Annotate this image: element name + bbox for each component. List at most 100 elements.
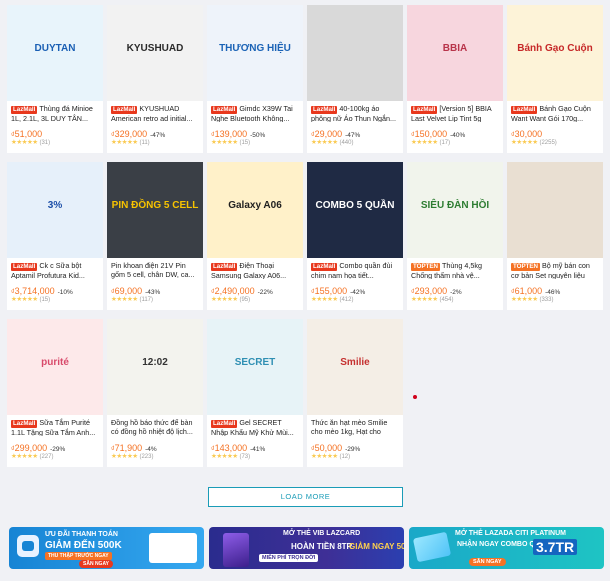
product-card[interactable]: SECRET LazMall Gel SECRET Nhập Khẩu Mỹ Khử… (207, 319, 303, 467)
product-image-label: THƯƠNG HIỆU (219, 43, 291, 54)
star-rating-icon: ★★★★★ (11, 139, 38, 146)
product-image[interactable] (307, 5, 403, 101)
product-image[interactable]: Smilie (307, 319, 403, 415)
product-card[interactable]: SIÊU ĐÀN HỒI TOPTEN Thùng 4,5kg Chống thấm… (407, 162, 503, 310)
banner-cta-button[interactable]: SĂN NGAY (79, 560, 113, 568)
wallet-icon (17, 535, 39, 557)
product-image[interactable]: THƯƠNG HIỆU (207, 5, 303, 101)
store-badge: LazMall (511, 106, 538, 114)
product-title[interactable]: LazMall 40-100kg áo phông nữ Áo Thun Ngắn… (311, 104, 399, 122)
store-badge: LazMall (11, 263, 38, 271)
product-title-text: Đồng hồ báo thức để bàn có đồng hồ nhiệt… (111, 418, 193, 436)
product-card[interactable]: 3% LazMall Ck c Sữa bột Aptamil Profutura … (7, 162, 103, 310)
discount-percent: -47% (150, 132, 166, 139)
product-title[interactable]: LazMall Ck c Sữa bột Aptamil Profutura Ki… (11, 261, 99, 279)
star-rating-icon: ★★★★★ (111, 453, 138, 460)
review-count: (95) (239, 297, 251, 303)
product-title[interactable]: Đồng hồ báo thức để bàn có đồng hồ nhiệt… (111, 418, 199, 436)
product-image[interactable]: KYUSHUAD (107, 5, 203, 101)
review-count: (440) (339, 140, 354, 146)
product-title[interactable]: LazMall Combo quần đùi chim nam họa tiết.… (311, 261, 399, 279)
product-image-label: KYUSHUAD (126, 43, 184, 54)
product-card[interactable]: 12:02 Đồng hồ báo thức để bàn có đồng hồ … (107, 319, 203, 467)
store-badge: TOPTEN (411, 263, 440, 271)
product-title[interactable]: LazMall Thùng đá Minioe 1L, 2.1L, 3L DUY … (11, 104, 99, 122)
credit-card-icon (223, 533, 249, 567)
store-badge: TOPTEN (511, 263, 540, 271)
product-image-label: Galaxy A06 (228, 200, 282, 211)
promo-banner-payment[interactable]: ƯU ĐÃI THANH TOÁN GIẢM ĐẾN 500K THU THẬP… (9, 527, 204, 569)
product-image[interactable]: BBIA (407, 5, 503, 101)
product-title[interactable]: LazMall Gel SECRET Nhập Khẩu Mỹ Khử Mùi..… (211, 418, 299, 436)
product-card[interactable]: COMBO 5 QUẦN LazMall Combo quần đùi chim n… (307, 162, 403, 310)
product-title[interactable]: LazMall Sữa Tắm Purité 1.1L Tặng Sữa Tắm … (11, 418, 99, 436)
promo-banner-citi[interactable]: MỞ THẺ LAZADA CITI PLATINUM NHẬN NGAY CO… (409, 527, 604, 569)
product-image-label: BBIA (442, 43, 468, 54)
product-card[interactable]: PIN ĐỒNG 5 CELL Pin khoan điện 21V Pin gố… (107, 162, 203, 310)
review-count: (17) (439, 140, 451, 146)
product-title[interactable]: LazMall KYUSHUAD American retro ad initia… (111, 104, 199, 122)
banner-line-1: MỞ THẺ LAZADA CITI PLATINUM (455, 530, 566, 537)
banner-line-1: ƯU ĐÃI THANH TOÁN (45, 531, 118, 538)
product-title-text: Thức ăn hạt mèo Smilie cho mèo 1kg, Hạt … (311, 418, 388, 436)
product-title[interactable]: TOPTEN Bộ mỹ bán con cơ bản Set nguyên li… (511, 261, 599, 279)
product-card[interactable]: Galaxy A06 LazMall Điện Thoại Samsung Gala… (207, 162, 303, 310)
review-count: (11) (139, 140, 150, 146)
product-card[interactable]: TOPTEN Bộ mỹ bán con cơ bản Set nguyên li… (507, 162, 603, 310)
product-title[interactable]: LazMall Gimdc X39W Tai Nghe Bluetooth Khô… (211, 104, 299, 122)
banner-cta-button[interactable]: MIỄN PHÍ TRỌN ĐỜI (259, 554, 319, 562)
product-image-label: Bánh Gạo Cuộn (517, 43, 593, 54)
star-rating-icon: ★★★★★ (211, 139, 238, 146)
review-count: (12) (339, 454, 351, 460)
product-card[interactable]: purité LazMall Sữa Tắm Purité 1.1L Tặng Sữ… (7, 319, 103, 467)
product-image[interactable]: Galaxy A06 (207, 162, 303, 258)
product-card[interactable]: THƯƠNG HIỆU LazMall Gimdc X39W Tai Nghe Bl… (207, 5, 303, 153)
review-count: (117) (139, 297, 154, 303)
product-image[interactable]: Bánh Gạo Cuộn (507, 5, 603, 101)
product-image[interactable]: 12:02 (107, 319, 203, 415)
product-title[interactable]: LazMall [Version 5] BBIA Last Velvet Lip … (411, 104, 499, 122)
product-title[interactable]: LazMall Bánh Gạo Cuộn Want Want Gói 170g.… (511, 104, 599, 122)
discount-percent: -10% (57, 289, 73, 296)
product-title[interactable]: Thức ăn hạt mèo Smilie cho mèo 1kg, Hạt … (311, 418, 399, 436)
star-rating-icon: ★★★★★ (111, 139, 138, 146)
bank-logos (149, 533, 197, 563)
review-count: (2255) (539, 140, 557, 146)
star-rating-icon: ★★★★★ (211, 296, 238, 303)
product-image[interactable]: 3% (7, 162, 103, 258)
product-card[interactable]: Bánh Gạo Cuộn LazMall Bánh Gạo Cuộn Want W… (507, 5, 603, 153)
star-rating-icon: ★★★★★ (11, 453, 38, 460)
product-title[interactable]: LazMall Điện Thoại Samsung Galaxy A06... (211, 261, 299, 279)
product-title[interactable]: TOPTEN Thùng 4,5kg Chống thấm nhà vệ... (411, 261, 499, 279)
review-count: (227) (39, 454, 54, 460)
product-card[interactable]: BBIA LazMall [Version 5] BBIA Last Velvet … (407, 5, 503, 153)
discount-percent: -41% (250, 446, 266, 453)
banner-line-3: GIẢM NGAY 500K (349, 542, 404, 551)
product-image-label: Smilie (340, 357, 370, 368)
discount-percent: -40% (450, 132, 466, 139)
banner-line-3: 3.7TR (533, 539, 578, 555)
banner-cta-button[interactable]: SĂN NGAY (469, 558, 506, 566)
product-card[interactable]: Smilie Thức ăn hạt mèo Smilie cho mèo 1kg… (307, 319, 403, 467)
product-image[interactable]: COMBO 5 QUẦN (307, 162, 403, 258)
promo-banner-vib[interactable]: MỞ THẺ VIB LAZCARD HOÀN TIỀN 8TR GIẢM NG… (209, 527, 404, 569)
star-rating-icon: ★★★★★ (411, 296, 438, 303)
store-badge: LazMall (411, 106, 438, 114)
star-rating-icon: ★★★★★ (111, 296, 138, 303)
star-rating-icon: ★★★★★ (311, 453, 338, 460)
review-count: (15) (239, 140, 251, 146)
discount-percent: -22% (257, 289, 273, 296)
product-card[interactable]: KYUSHUAD LazMall KYUSHUAD American retro a… (107, 5, 203, 153)
product-card[interactable]: DUYTAN LazMall Thùng đá Minioe 1L, 2.1L, 3… (7, 5, 103, 153)
product-image[interactable]: PIN ĐỒNG 5 CELL (107, 162, 203, 258)
product-image[interactable]: SIÊU ĐÀN HỒI (407, 162, 503, 258)
product-image[interactable]: SECRET (207, 319, 303, 415)
product-title[interactable]: Pin khoan điện 21V Pin gốm 5 cell, chân … (111, 261, 199, 279)
store-badge: LazMall (211, 263, 238, 271)
load-more-button[interactable]: LOAD MORE (208, 487, 403, 507)
product-image[interactable]: DUYTAN (7, 5, 103, 101)
product-image[interactable] (507, 162, 603, 258)
star-rating-icon: ★★★★★ (411, 139, 438, 146)
product-image[interactable]: purité (7, 319, 103, 415)
product-card[interactable]: LazMall 40-100kg áo phông nữ Áo Thun Ngắn… (307, 5, 403, 153)
